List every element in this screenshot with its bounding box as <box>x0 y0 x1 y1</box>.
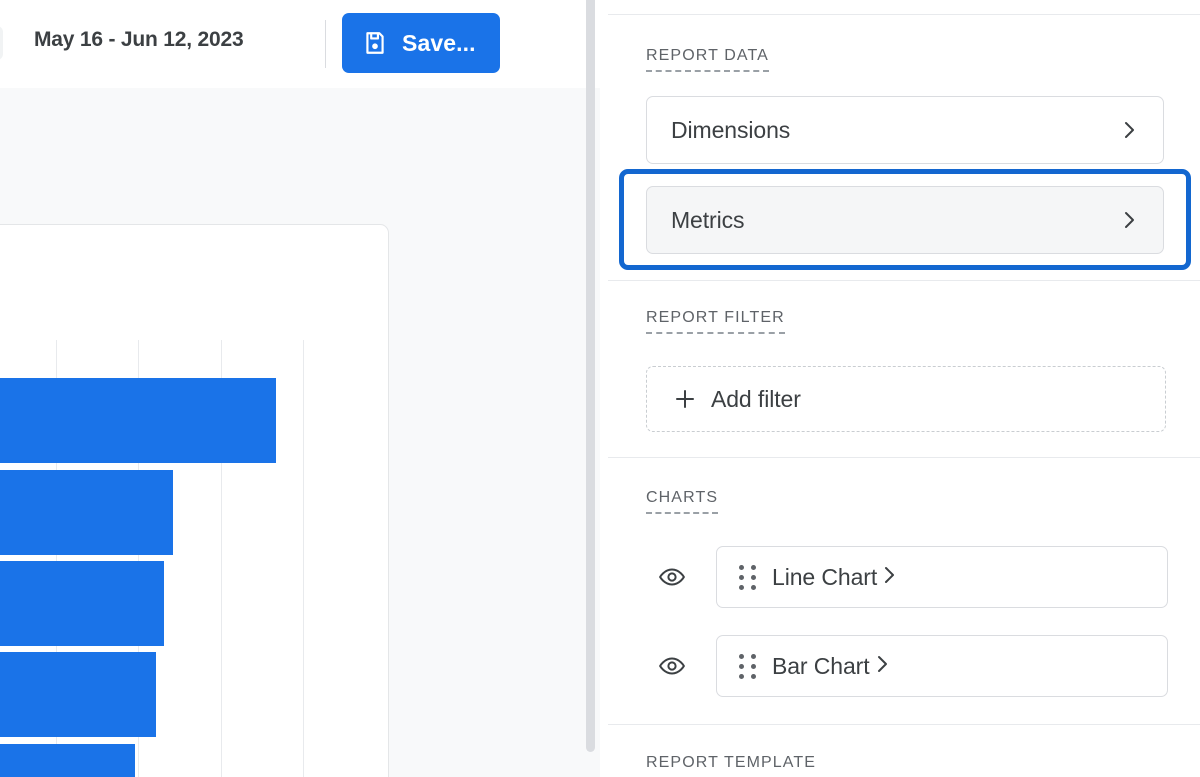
bar-chart-bar[interactable] <box>0 561 164 646</box>
chart-item-line-chart: Line Chart <box>652 546 1168 608</box>
customization-panel: REPORT DATA Dimensions Metrics REPORT FI… <box>608 0 1200 777</box>
date-comparison-chip[interactable]: ys <box>0 26 4 60</box>
bar-chart-bar[interactable] <box>0 652 156 737</box>
save-button[interactable]: Save... <box>342 13 500 73</box>
add-filter-label: Add filter <box>711 385 801 412</box>
row-bar-chart[interactable]: Bar Chart <box>716 635 1168 697</box>
section-divider <box>608 457 1200 458</box>
save-button-label: Save... <box>402 29 476 56</box>
section-divider <box>608 280 1200 281</box>
chevron-right-icon <box>877 563 901 592</box>
chevron-right-icon <box>870 652 894 681</box>
section-label-report-filter: REPORT FILTER <box>646 309 785 334</box>
drag-handle-icon[interactable] <box>739 653 756 679</box>
app-root: ys May 16 - Jun 12, 2023 Save... screen … <box>0 0 1200 777</box>
save-icon <box>362 30 388 56</box>
section-label-report-data: REPORT DATA <box>646 47 769 72</box>
drag-handle-icon[interactable] <box>739 564 756 590</box>
section-label-report-template: REPORT TEMPLATE <box>646 754 816 777</box>
toolbar-divider <box>325 20 326 68</box>
panel-header-divider <box>608 14 1200 15</box>
row-line-chart-label: Line Chart <box>772 563 878 590</box>
row-dimensions-label: Dimensions <box>671 116 791 143</box>
main-scrollbar-thumb[interactable] <box>586 0 595 752</box>
row-metrics-label: Metrics <box>671 206 745 233</box>
bar-chart-bar[interactable] <box>0 744 135 777</box>
eye-icon[interactable] <box>652 557 692 597</box>
bar-chart-bar[interactable] <box>0 470 173 555</box>
row-line-chart[interactable]: Line Chart <box>716 546 1168 608</box>
gridline <box>303 340 304 777</box>
main-toolbar: ys May 16 - Jun 12, 2023 Save... <box>0 0 600 88</box>
chevron-right-icon <box>1117 208 1141 232</box>
bar-chart-bar[interactable] <box>0 378 276 463</box>
eye-icon[interactable] <box>652 646 692 686</box>
row-bar-chart-label: Bar Chart <box>772 652 870 679</box>
section-divider <box>608 724 1200 725</box>
main-scrollbar-track[interactable] <box>586 0 598 777</box>
add-filter-button[interactable]: Add filter <box>646 366 1166 432</box>
row-metrics[interactable]: Metrics <box>646 186 1164 254</box>
plus-icon <box>673 387 697 411</box>
chevron-right-icon <box>1117 118 1141 142</box>
chart-item-bar-chart: Bar Chart <box>652 635 1168 697</box>
bar-chart-plot <box>0 340 388 777</box>
section-label-charts: CHARTS <box>646 489 719 514</box>
date-range-label[interactable]: May 16 - Jun 12, 2023 <box>34 28 244 52</box>
row-dimensions[interactable]: Dimensions <box>646 96 1164 164</box>
chart-card: screen class <box>0 224 389 777</box>
main-content-area: ys May 16 - Jun 12, 2023 Save... screen … <box>0 0 600 777</box>
